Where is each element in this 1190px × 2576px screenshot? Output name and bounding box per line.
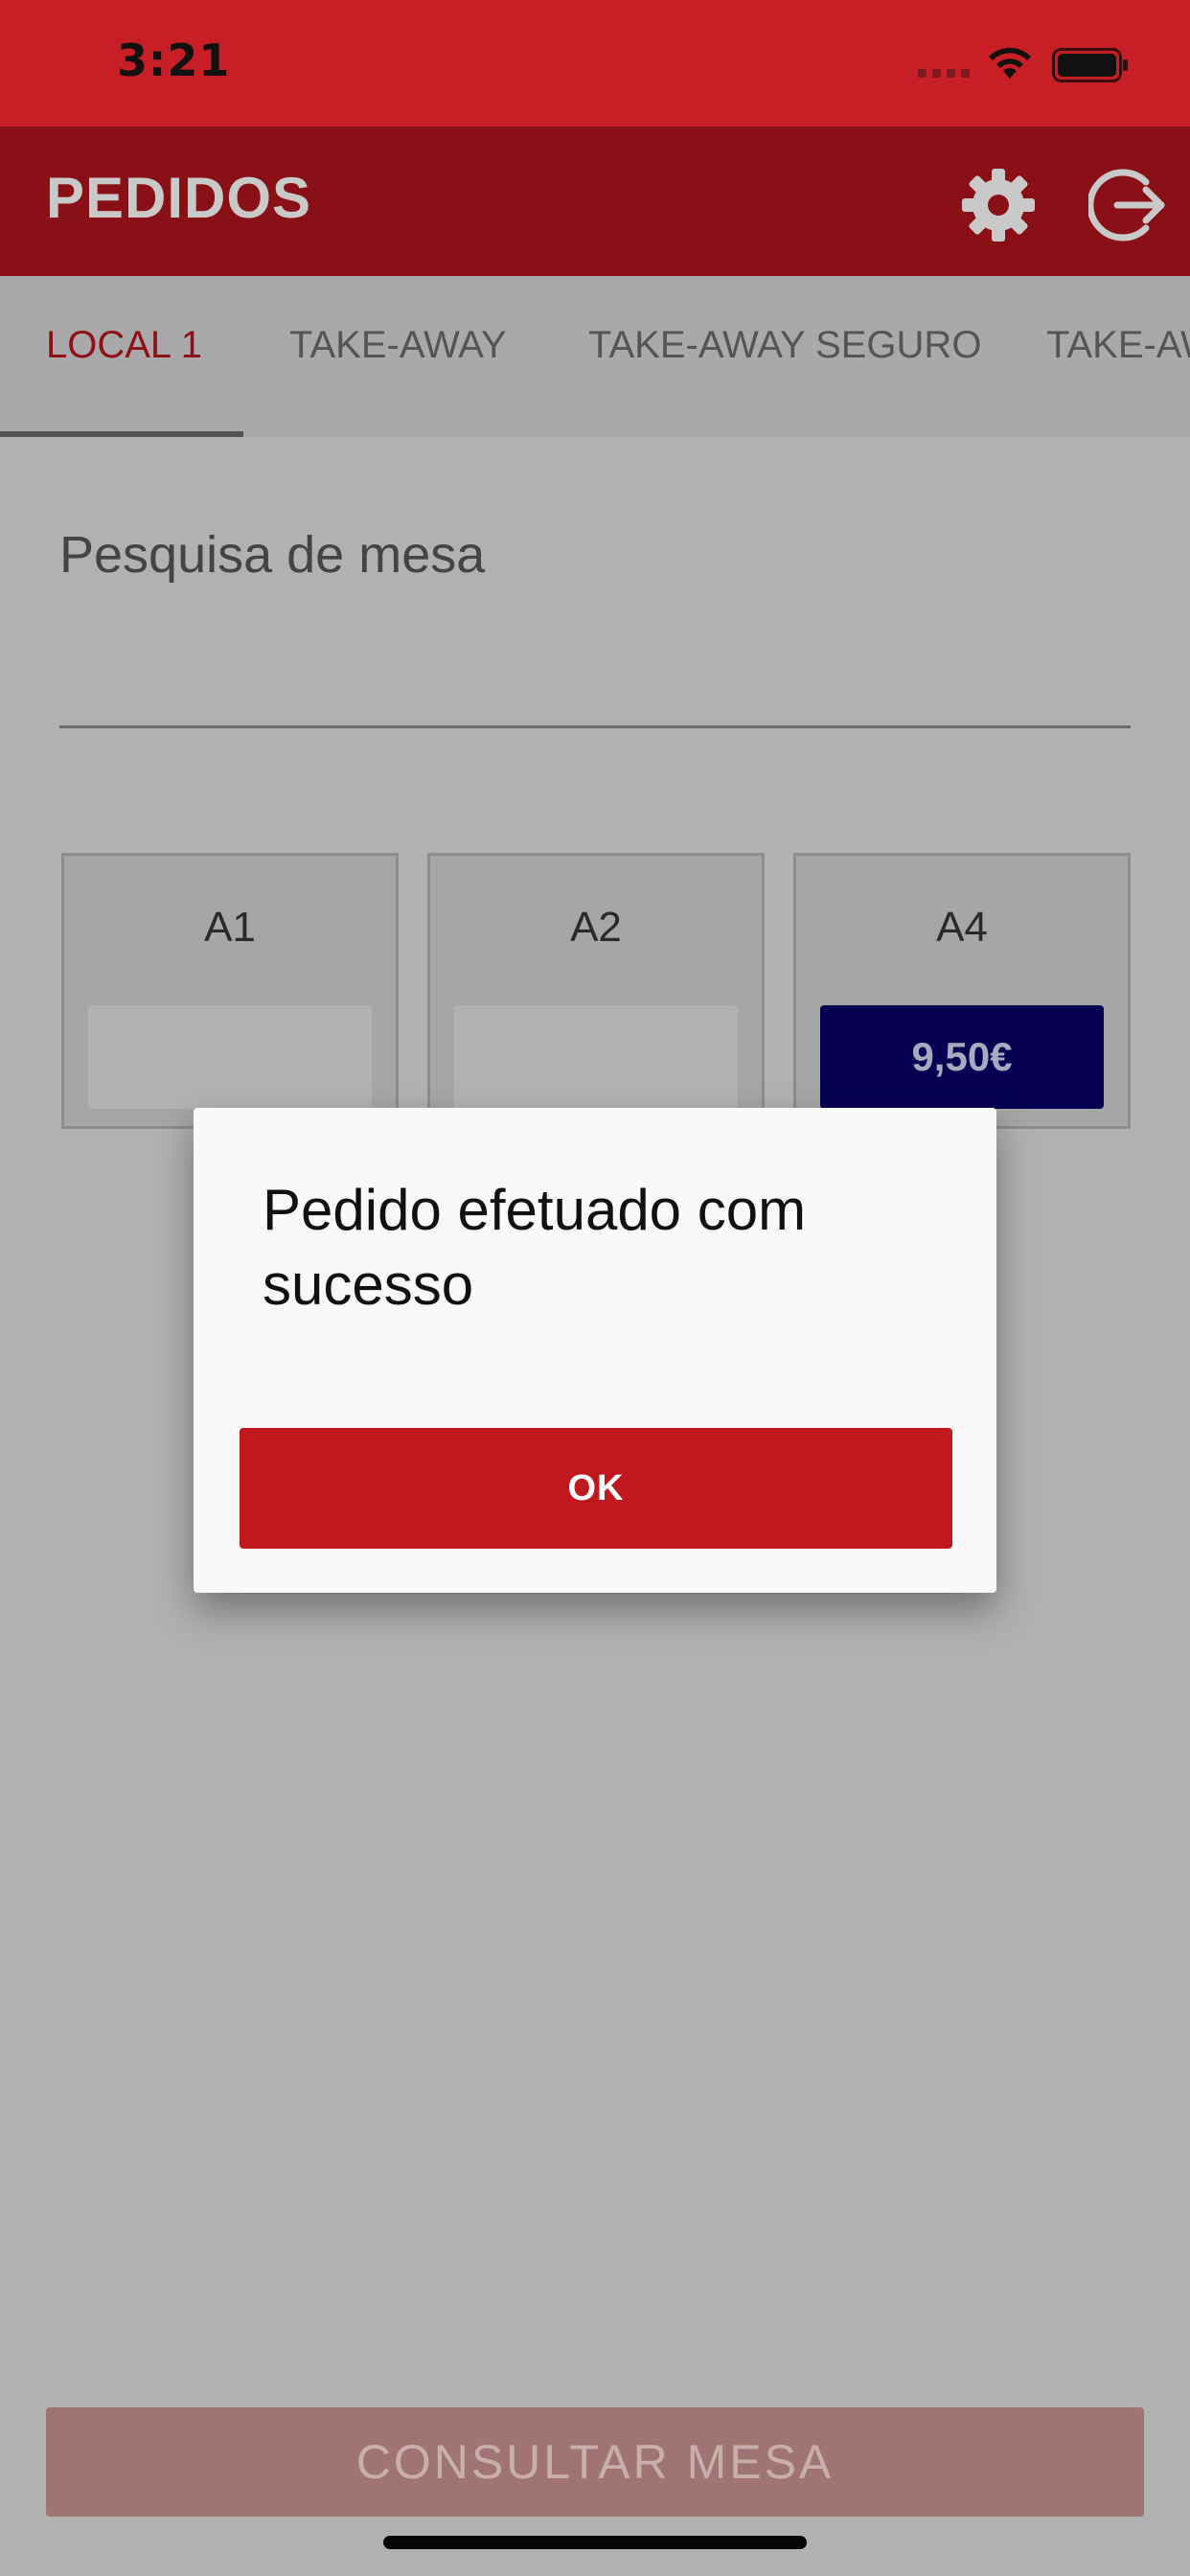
table-card-a1[interactable]: A1	[61, 853, 399, 1129]
tab-active-indicator	[0, 431, 243, 437]
battery-icon	[1052, 48, 1128, 82]
page-title: PEDIDOS	[46, 166, 312, 230]
table-name: A1	[204, 904, 256, 951]
table-name: A4	[936, 904, 988, 951]
table-card-a4[interactable]: A4 9,50€	[793, 853, 1131, 1129]
consult-table-button[interactable]: CONSULTAR MESA	[46, 2407, 1144, 2517]
logout-icon	[1087, 169, 1165, 242]
gear-icon	[962, 169, 1035, 242]
table-card-a2[interactable]: A2	[427, 853, 765, 1129]
logout-button[interactable]	[1087, 165, 1167, 245]
settings-button[interactable]	[958, 165, 1039, 245]
table-amount: 9,50€	[820, 1005, 1104, 1109]
signal-icon	[918, 69, 970, 79]
tab-bar: LOCAL 1 TAKE-AWAY TAKE-AWAY SEGURO TAKE-…	[0, 276, 1190, 437]
tab-take-away-seguro[interactable]: TAKE-AWAY SEGURO	[588, 276, 981, 437]
wifi-icon	[989, 47, 1031, 79]
status-time: 3:21	[117, 34, 231, 86]
dialog-message: Pedido efetuado com sucesso	[263, 1178, 807, 1317]
table-amount	[454, 1005, 738, 1109]
ok-button[interactable]: OK	[240, 1428, 952, 1549]
status-bar: 3:21	[0, 0, 1190, 126]
home-indicator[interactable]	[383, 2536, 807, 2549]
app-header: PEDIDOS	[0, 126, 1190, 276]
tab-local-1[interactable]: LOCAL 1	[46, 276, 202, 437]
success-dialog: Pedido efetuado com sucesso OK	[194, 1108, 996, 1593]
table-search-input[interactable]	[59, 652, 1131, 728]
tab-take-away-2[interactable]: TAKE-AWAY	[1046, 276, 1190, 437]
tab-take-away[interactable]: TAKE-AWAY	[289, 276, 507, 437]
table-amount	[88, 1005, 372, 1109]
table-name: A2	[570, 904, 622, 951]
search-label: Pesquisa de mesa	[59, 526, 486, 584]
